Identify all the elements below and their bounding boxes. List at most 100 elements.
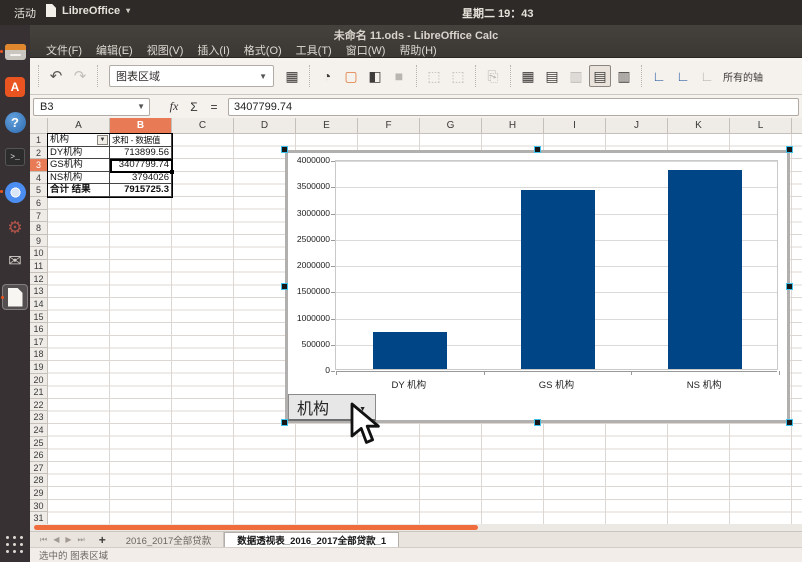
selection-handle[interactable]	[281, 146, 288, 153]
row-header-29[interactable]: 29	[30, 487, 48, 500]
column-header-E[interactable]: E	[296, 118, 358, 134]
row-header-30[interactable]: 30	[30, 500, 48, 513]
pivot-row-value[interactable]: 7915725.3	[110, 184, 172, 197]
sheet-nav-prev[interactable]: ◀	[53, 535, 59, 544]
selection-handle[interactable]	[281, 283, 288, 290]
fill-color-icon[interactable]: ◧	[364, 65, 386, 87]
bar-NS 机构[interactable]	[668, 170, 742, 369]
selection-handle[interactable]	[281, 419, 288, 426]
bar-GS 机构[interactable]	[521, 190, 595, 369]
row-header-28[interactable]: 28	[30, 474, 48, 487]
horizontal-grids-icon[interactable]: ▤	[589, 65, 611, 87]
vertical-grids-icon[interactable]: ▥	[613, 65, 635, 87]
menubar-item-6[interactable]: 窗口(W)	[346, 42, 386, 58]
selection-handle[interactable]	[786, 419, 793, 426]
y-axis-icon[interactable]: ∟	[672, 65, 694, 87]
row-header-20[interactable]: 20	[30, 374, 48, 387]
x-axis-icon[interactable]: ∟	[648, 65, 670, 87]
chart-plot-area[interactable]	[335, 160, 778, 370]
formula-input[interactable]: 3407799.74	[228, 98, 799, 116]
menubar-item-2[interactable]: 视图(V)	[147, 42, 184, 58]
row-header-10[interactable]: 10	[30, 247, 48, 260]
bar-DY 机构[interactable]	[373, 332, 447, 369]
format-selection-icon[interactable]: ▦	[281, 65, 303, 87]
equals-icon[interactable]: =	[204, 100, 224, 114]
dock-ubuntu-software-icon[interactable]: A	[2, 74, 28, 100]
menubar-item-3[interactable]: 插入(I)	[197, 42, 229, 58]
dock-chromium-icon[interactable]	[2, 179, 28, 205]
column-header-I[interactable]: I	[544, 118, 606, 134]
pivot-value-header[interactable]: 求和 - 数据值	[110, 134, 172, 147]
pivot-row-value[interactable]: 713899.56	[110, 147, 172, 160]
pivot-filter-button[interactable]: 机构 ▼	[288, 394, 376, 421]
row-header-24[interactable]: 24	[30, 424, 48, 437]
column-header-F[interactable]: F	[358, 118, 420, 134]
row-header-17[interactable]: 17	[30, 336, 48, 349]
column-header-D[interactable]: D	[234, 118, 296, 134]
column-header-K[interactable]: K	[668, 118, 730, 134]
border-color-icon[interactable]: ▢	[340, 65, 362, 87]
clock[interactable]: 星期二 19：43	[462, 5, 534, 21]
pivot-field-header[interactable]: 机构▼	[48, 134, 110, 147]
pivot-row-label[interactable]: 合计 结果	[48, 184, 110, 197]
row-header-8[interactable]: 8	[30, 222, 48, 235]
sheet-nav-last[interactable]: ⏭	[78, 535, 85, 545]
row-header-7[interactable]: 7	[30, 210, 48, 223]
sheet-nav-first[interactable]: ⏮	[40, 535, 47, 545]
show-applications-icon[interactable]	[6, 536, 24, 554]
selection-handle[interactable]	[534, 146, 541, 153]
dock-files-icon[interactable]	[2, 39, 28, 65]
column-header-B[interactable]: B	[110, 118, 172, 134]
dock-settings-icon[interactable]: ⚙	[2, 214, 28, 240]
chart-type-icon[interactable]: ◔	[316, 65, 338, 87]
pivot-chart[interactable]: 4000000350000030000002500000200000015000…	[285, 150, 790, 423]
column-header-H[interactable]: H	[482, 118, 544, 134]
row-header-2[interactable]: 2	[30, 147, 48, 160]
pivot-row-label[interactable]: GS机构	[48, 159, 110, 172]
menubar-item-7[interactable]: 帮助(H)	[399, 42, 436, 58]
add-sheet-button[interactable]: +	[91, 532, 114, 547]
row-header-4[interactable]: 4	[30, 172, 48, 185]
row-header-22[interactable]: 22	[30, 399, 48, 412]
row-header-6[interactable]: 6	[30, 197, 48, 210]
undo-button[interactable]: ↶	[44, 64, 68, 88]
pivot-row-label[interactable]: NS机构	[48, 172, 110, 185]
row-header-21[interactable]: 21	[30, 386, 48, 399]
row-header-3[interactable]: 3	[30, 159, 48, 172]
name-box[interactable]: B3 ▼	[33, 98, 150, 116]
selection-handle[interactable]	[786, 283, 793, 290]
pivot-row-label[interactable]: DY机构	[48, 147, 110, 160]
activities-button[interactable]: 活动	[14, 5, 36, 21]
row-header-9[interactable]: 9	[30, 235, 48, 248]
row-header-18[interactable]: 18	[30, 348, 48, 361]
selection-handle[interactable]	[786, 146, 793, 153]
scrollbar-thumb[interactable]	[34, 525, 478, 530]
row-header-16[interactable]: 16	[30, 323, 48, 336]
menubar-item-0[interactable]: 文件(F)	[46, 42, 82, 58]
row-header-19[interactable]: 19	[30, 361, 48, 374]
row-header-27[interactable]: 27	[30, 462, 48, 475]
column-header-A[interactable]: A	[48, 118, 110, 134]
sheet-tab-0[interactable]: 2016_2017全部贷款	[114, 532, 225, 547]
row-header-12[interactable]: 12	[30, 273, 48, 286]
menubar-item-1[interactable]: 编辑(E)	[96, 42, 133, 58]
data-table-icon[interactable]: ▦	[517, 65, 539, 87]
data-in-rows-icon[interactable]: ▤	[541, 65, 563, 87]
function-wizard-icon[interactable]: fx	[164, 99, 184, 114]
redo-button[interactable]: ↷	[68, 64, 92, 88]
column-header-J[interactable]: J	[606, 118, 668, 134]
app-menu[interactable]: LibreOffice ▾	[46, 4, 130, 17]
sheet-nav-next[interactable]: ▶	[65, 535, 71, 544]
row-header-23[interactable]: 23	[30, 411, 48, 424]
dock-terminal-icon[interactable]: >_	[2, 144, 28, 170]
column-header-C[interactable]: C	[172, 118, 234, 134]
pivot-filter-dropdown[interactable]: ▼	[97, 135, 108, 145]
pivot-row-value[interactable]: 3794026	[110, 172, 172, 185]
row-header-13[interactable]: 13	[30, 285, 48, 298]
select-all-corner[interactable]	[30, 118, 48, 134]
row-header-31[interactable]: 31	[30, 512, 48, 525]
row-header-25[interactable]: 25	[30, 437, 48, 450]
row-header-1[interactable]: 1	[30, 134, 48, 147]
row-header-5[interactable]: 5	[30, 184, 48, 197]
row-header-26[interactable]: 26	[30, 449, 48, 462]
